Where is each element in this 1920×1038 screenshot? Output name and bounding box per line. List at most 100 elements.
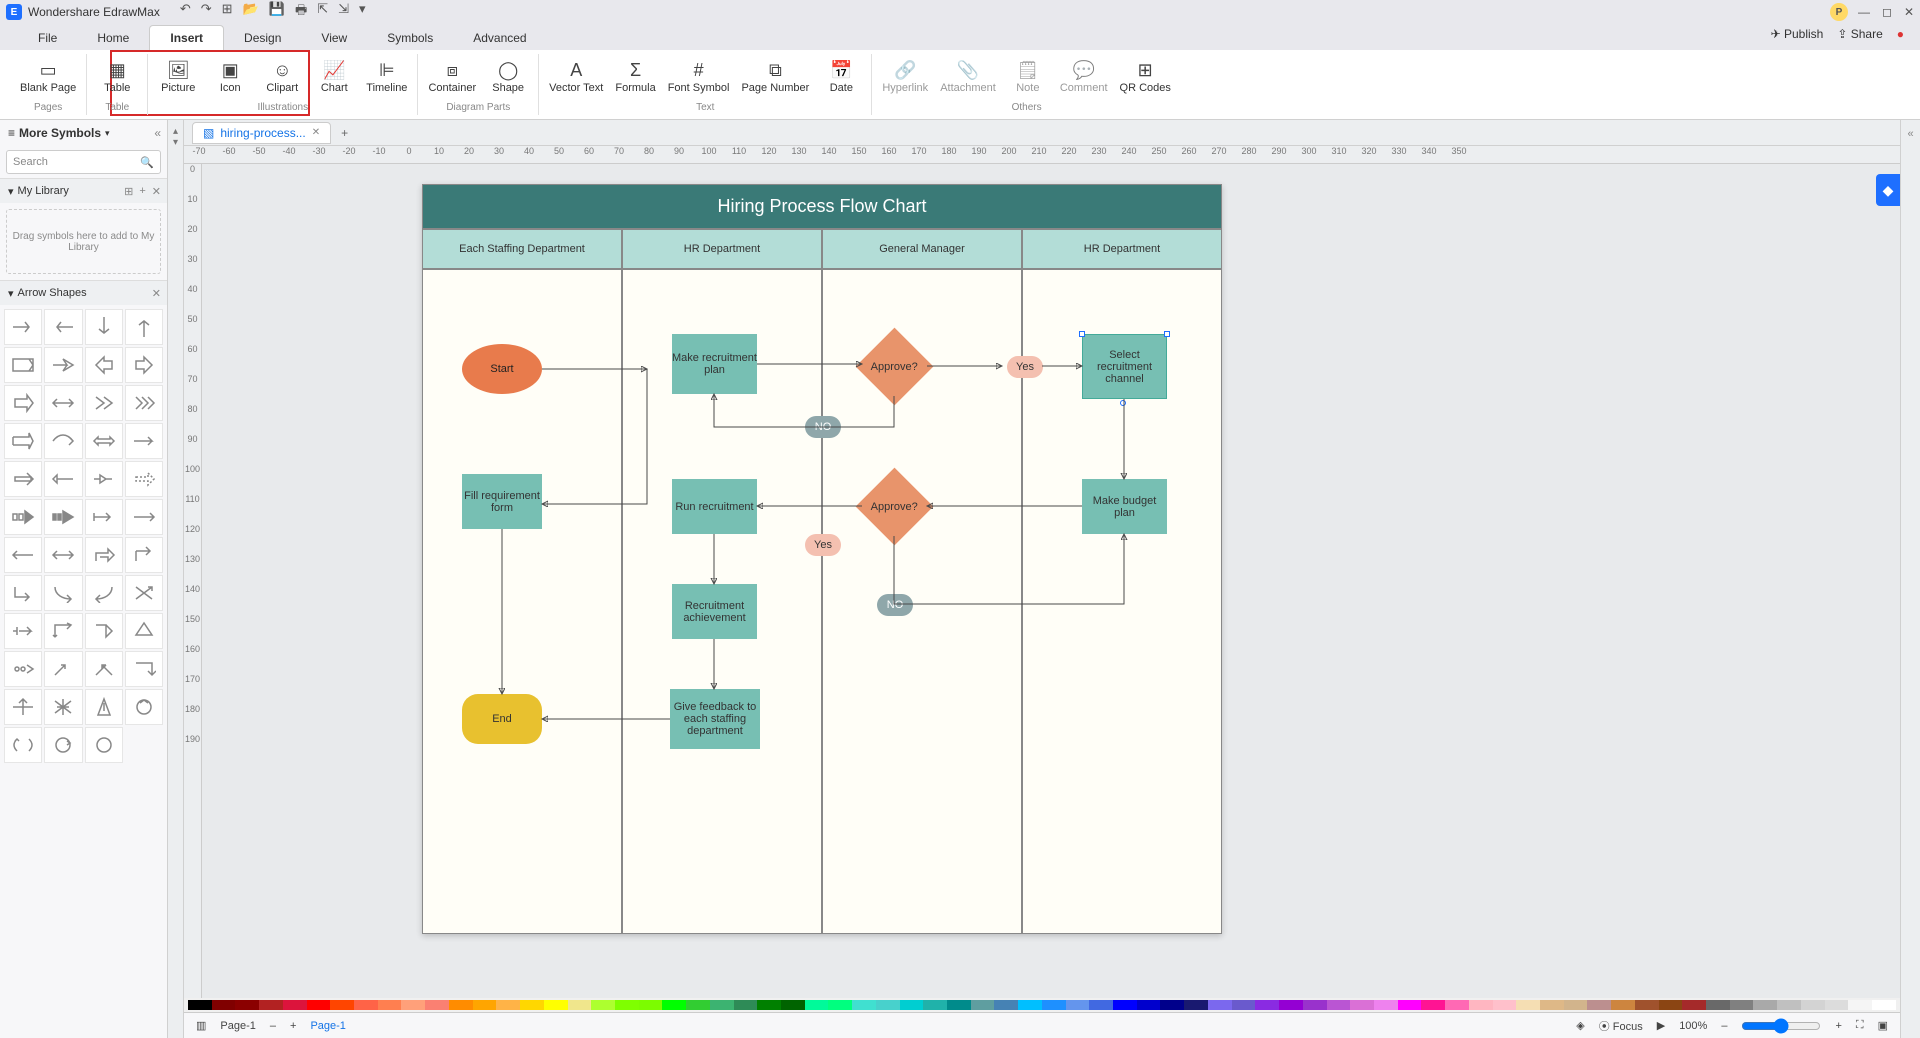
arrow-shape[interactable]: [4, 537, 42, 573]
lane-header[interactable]: Each Staffing Department: [422, 229, 622, 269]
undo-icon[interactable]: ↶: [180, 1, 191, 23]
arrow-shape[interactable]: [44, 347, 82, 383]
canvas[interactable]: Hiring Process Flow Chart Each Staffing …: [202, 164, 1900, 998]
page-number-button[interactable]: ⧉Page Number: [741, 60, 809, 94]
arrow-shape[interactable]: [44, 651, 82, 687]
fill-req-shape[interactable]: Fill requirement form: [462, 474, 542, 529]
arrow-shape[interactable]: [125, 347, 163, 383]
arrow-shape[interactable]: [4, 385, 42, 421]
arrow-shape[interactable]: [44, 727, 82, 763]
strip-up-icon[interactable]: ▴: [173, 126, 178, 137]
lane-header[interactable]: HR Department: [1022, 229, 1222, 269]
close-tab-icon[interactable]: ✕: [312, 127, 320, 138]
arrow-shape[interactable]: [4, 309, 42, 345]
formula-button[interactable]: ΣFormula: [615, 60, 655, 94]
arrow-shape[interactable]: [44, 309, 82, 345]
user-badge[interactable]: P: [1830, 3, 1848, 21]
start-shape[interactable]: Start: [462, 344, 542, 394]
symbol-search[interactable]: Search 🔍: [6, 150, 161, 174]
arrow-shape[interactable]: [4, 423, 42, 459]
zoom-level[interactable]: 100%: [1679, 1020, 1707, 1032]
arrow-shape[interactable]: [44, 499, 82, 535]
tab-advanced[interactable]: Advanced: [453, 26, 546, 50]
arrow-shape[interactable]: [125, 385, 163, 421]
arrow-shape[interactable]: [125, 689, 163, 725]
section-close-icon[interactable]: ✕: [152, 287, 161, 300]
arrow-shape[interactable]: [125, 309, 163, 345]
run-rec-shape[interactable]: Run recruitment: [672, 479, 757, 534]
arrow-shape[interactable]: [85, 689, 123, 725]
arrow-shape[interactable]: [85, 499, 123, 535]
no2-label[interactable]: NO: [877, 594, 913, 616]
tab-insert[interactable]: Insert: [149, 25, 224, 50]
my-library-header[interactable]: ▾My Library ⊞+✕: [0, 179, 167, 203]
arrow-shape[interactable]: [85, 613, 123, 649]
qr-codes-button[interactable]: ⊞QR Codes: [1120, 60, 1171, 94]
chart-button[interactable]: 📈Chart: [314, 60, 354, 94]
vector-text-button[interactable]: AVector Text: [549, 60, 603, 94]
arrow-shape[interactable]: [4, 575, 42, 611]
arrow-shape[interactable]: [85, 575, 123, 611]
new-icon[interactable]: ⊞: [222, 1, 233, 23]
share-button[interactable]: ⇪ Share: [1837, 27, 1882, 41]
arrow-shape[interactable]: [125, 575, 163, 611]
redo-icon[interactable]: ↷: [201, 1, 212, 23]
timeline-button[interactable]: ⊫Timeline: [366, 60, 407, 94]
font-symbol-button[interactable]: #Font Symbol: [668, 60, 730, 94]
arrow-shape[interactable]: [85, 347, 123, 383]
chart-title[interactable]: Hiring Process Flow Chart: [422, 184, 1222, 229]
maximize-icon[interactable]: ◻: [1882, 5, 1892, 19]
arrow-shape[interactable]: [85, 537, 123, 573]
fit-page-icon[interactable]: ⛶: [1856, 1019, 1864, 1032]
page-label[interactable]: Page-1: [220, 1020, 255, 1032]
collapse-right-icon[interactable]: «: [1907, 128, 1913, 140]
make-plan-shape[interactable]: Make recruitment plan: [672, 334, 757, 394]
tab-home[interactable]: Home: [77, 26, 149, 50]
lane-header[interactable]: General Manager: [822, 229, 1022, 269]
fullscreen-icon[interactable]: ▣: [1878, 1019, 1888, 1032]
zoom-out-icon[interactable]: –: [1721, 1020, 1727, 1032]
strip-down-icon[interactable]: ▾: [173, 137, 178, 148]
arrow-shape[interactable]: [85, 727, 123, 763]
right-flyout-button[interactable]: ◆: [1876, 174, 1900, 206]
arrow-shape[interactable]: [4, 727, 42, 763]
tab-file[interactable]: File: [18, 26, 77, 50]
arrow-shape[interactable]: [125, 461, 163, 497]
close-icon[interactable]: ✕: [1904, 5, 1914, 19]
arrow-shape[interactable]: [44, 537, 82, 573]
hyperlink-button[interactable]: 🔗Hyperlink: [882, 60, 928, 94]
symbols-panel-header[interactable]: ≡ More Symbols ▾ «: [0, 120, 167, 146]
lib-add-icon[interactable]: +: [139, 185, 145, 198]
open-icon[interactable]: 📂: [243, 1, 259, 23]
yes1-label[interactable]: Yes: [1007, 356, 1043, 378]
layers-icon[interactable]: ◈: [1576, 1019, 1584, 1032]
lane-header[interactable]: HR Department: [622, 229, 822, 269]
page-list-icon[interactable]: ▥: [196, 1019, 206, 1032]
color-palette[interactable]: [184, 998, 1900, 1012]
notification-icon[interactable]: ●: [1897, 27, 1904, 41]
print-icon[interactable]: 🖶: [295, 1, 307, 23]
arrow-shape[interactable]: [85, 423, 123, 459]
export-icon[interactable]: ⇱: [317, 1, 328, 23]
lib-close-icon[interactable]: ✕: [152, 185, 161, 198]
shape-button[interactable]: ◯Shape: [488, 60, 528, 94]
yes2-label[interactable]: Yes: [805, 534, 841, 556]
page-remove-icon[interactable]: –: [270, 1020, 276, 1032]
arrow-shape[interactable]: [4, 499, 42, 535]
arrow-shape[interactable]: [85, 651, 123, 687]
add-tab-icon[interactable]: +: [341, 126, 348, 140]
search-icon[interactable]: 🔍: [140, 156, 154, 169]
select-channel-shape[interactable]: Select recruitment channel: [1082, 334, 1167, 399]
arrow-shape[interactable]: [85, 461, 123, 497]
arrow-shape[interactable]: [44, 423, 82, 459]
rec-ach-shape[interactable]: Recruitment achievement: [672, 584, 757, 639]
budget-shape[interactable]: Make budget plan: [1082, 479, 1167, 534]
blank-page-button[interactable]: ▭Blank Page: [20, 60, 76, 94]
zoom-in-icon[interactable]: +: [1835, 1020, 1841, 1032]
arrow-shape[interactable]: [44, 689, 82, 725]
lib-grid-icon[interactable]: ⊞: [124, 185, 133, 198]
collapse-left-icon[interactable]: «: [154, 126, 161, 140]
document-tab[interactable]: ▧ hiring-process... ✕: [192, 122, 331, 144]
tab-view[interactable]: View: [301, 26, 367, 50]
arrow-shape[interactable]: [4, 651, 42, 687]
